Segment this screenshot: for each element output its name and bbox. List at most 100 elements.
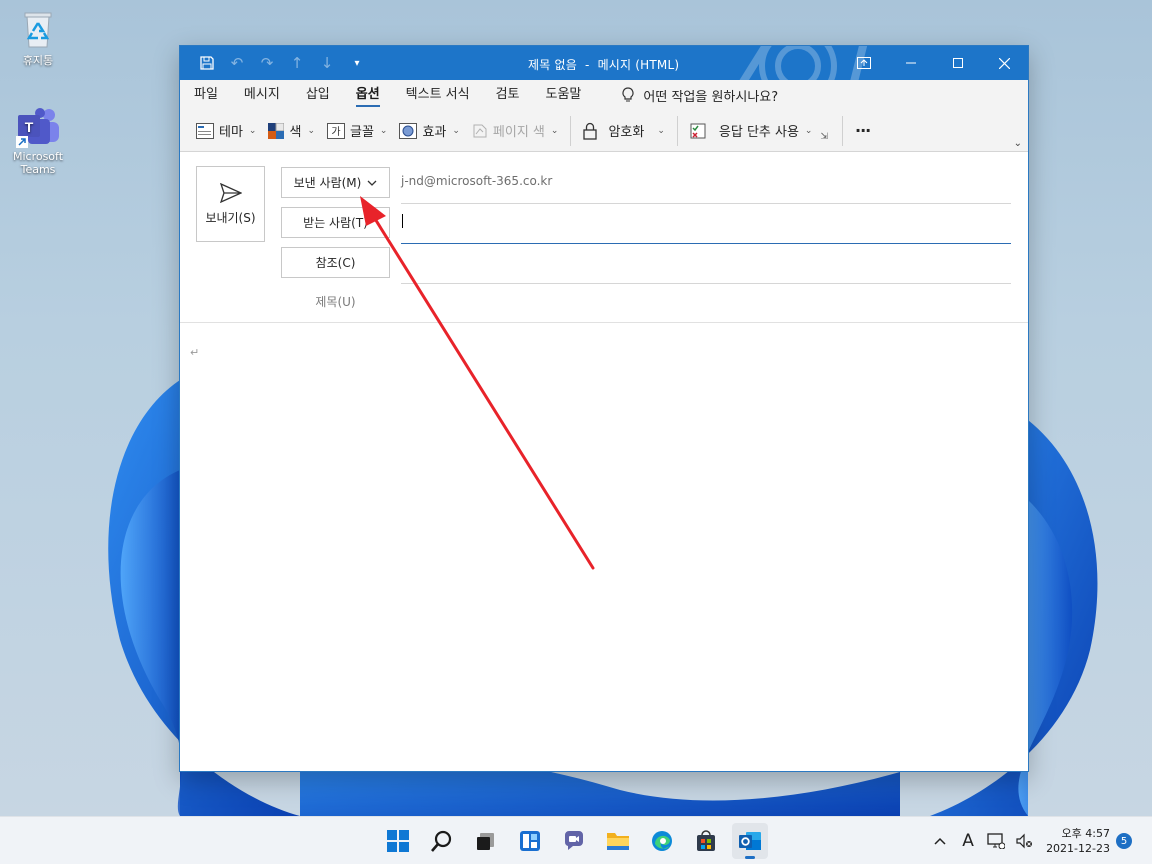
colors-label: 색 — [289, 125, 302, 140]
edge-button[interactable] — [644, 823, 680, 859]
outlook-icon — [739, 832, 761, 850]
page-color-icon — [473, 124, 487, 137]
input-language-indicator[interactable]: A — [954, 831, 982, 851]
voting-buttons-button[interactable]: 응답 단추 사용 ⌄ — [684, 116, 819, 146]
desktop-icon-teams[interactable]: T Microsoft Teams — [6, 106, 70, 176]
window-controls — [840, 46, 1028, 80]
fonts-button[interactable]: 가 글꼴 ⌄ — [321, 116, 393, 146]
search-icon — [431, 830, 452, 852]
ribbon-display-options-button[interactable] — [840, 46, 887, 80]
ribbon-tabs: 파일 메시지 삽입 옵션 텍스트 서식 검토 도움말 어떤 작업을 원하시나요? — [180, 80, 1028, 110]
page-color-button[interactable]: 페이지 색 ⌄ — [466, 116, 565, 146]
previous-item-icon[interactable]: ↑ — [288, 54, 306, 72]
encrypt-button[interactable]: 암호화 ⌄ — [577, 116, 670, 146]
colors-icon — [268, 122, 285, 139]
effects-button[interactable]: 효과 ⌄ — [393, 116, 465, 146]
notification-badge[interactable]: 5 — [1116, 833, 1132, 849]
chat-button[interactable] — [556, 823, 592, 859]
tab-insert[interactable]: 삽입 — [306, 80, 344, 110]
task-view-button[interactable] — [468, 823, 504, 859]
tell-me-text: 어떤 작업을 원하시나요? — [643, 89, 779, 105]
tab-file[interactable]: 파일 — [194, 80, 232, 110]
task-view-icon — [477, 833, 494, 850]
save-icon[interactable] — [198, 54, 216, 72]
to-field[interactable] — [401, 207, 1011, 243]
outlook-message-window: ↶ ↷ ↑ ↓ ▾ 제목 없음 - 메시지 (HTML) 파일 메시지 삽입 옵 — [179, 45, 1029, 772]
undo-icon[interactable]: ↶ — [228, 54, 246, 72]
show-hidden-icons-icon[interactable] — [926, 837, 954, 845]
cc-underline — [401, 283, 1011, 284]
file-explorer-button[interactable] — [600, 823, 636, 859]
store-icon — [697, 830, 715, 851]
chevron-down-icon: ⌄ — [248, 125, 257, 136]
subject-field[interactable] — [401, 287, 1011, 319]
tab-review[interactable]: 검토 — [496, 80, 534, 110]
customize-toolbar-icon[interactable]: ▾ — [348, 54, 366, 72]
desktop-icon-recycle-bin[interactable]: 휴지통 — [6, 10, 70, 67]
from-address: j-nd@microsoft-365.co.kr — [401, 174, 553, 188]
volume-muted-icon[interactable] — [1010, 833, 1038, 849]
compose-header: 보내기(S) 보낸 사람(M) j-nd@microsoft-365.co.kr… — [180, 153, 1028, 323]
redo-icon[interactable]: ↷ — [258, 54, 276, 72]
message-body[interactable] — [180, 324, 1028, 771]
taskbar-apps — [380, 823, 768, 859]
search-button[interactable] — [424, 823, 460, 859]
minimize-button[interactable] — [887, 46, 934, 80]
recycle-bin-icon — [18, 10, 58, 50]
widgets-icon — [520, 831, 540, 851]
from-button-label: 보낸 사람(M) — [293, 176, 362, 190]
chevron-down-icon: ⌄ — [804, 125, 813, 136]
svg-text:가: 가 — [331, 126, 340, 138]
cc-field[interactable] — [401, 247, 1011, 283]
chevron-down-icon — [367, 180, 377, 186]
effects-icon — [399, 122, 418, 139]
outlook-button[interactable] — [732, 823, 768, 859]
to-underline — [401, 243, 1011, 244]
tab-message[interactable]: 메시지 — [244, 80, 294, 110]
theme-icon — [196, 122, 214, 139]
store-button[interactable] — [688, 823, 724, 859]
tab-format-text[interactable]: 텍스트 서식 — [406, 80, 484, 110]
chevron-down-icon: ⌄ — [452, 125, 460, 136]
colors-button[interactable]: 색 ⌄ — [262, 116, 321, 146]
chevron-down-icon: ⌄ — [379, 125, 388, 136]
widgets-button[interactable] — [512, 823, 548, 859]
theme-label: 테마 — [219, 125, 243, 140]
desktop-icon-label: Microsoft Teams — [12, 150, 64, 176]
paragraph-mark: ↵ — [190, 346, 200, 359]
tab-options[interactable]: 옵션 — [355, 80, 394, 110]
start-icon — [387, 830, 409, 852]
desktop-icon-label: 휴지통 — [22, 54, 54, 67]
theme-button[interactable]: 테마 ⌄ — [190, 116, 262, 146]
expand-ribbon-icon[interactable]: ⌄ — [1014, 138, 1022, 149]
title-bar[interactable]: ↶ ↷ ↑ ↓ ▾ 제목 없음 - 메시지 (HTML) — [180, 46, 1028, 80]
to-button-label: 받는 사람(T) — [303, 216, 368, 230]
to-button[interactable]: 받는 사람(T) — [281, 207, 390, 238]
tab-help[interactable]: 도움말 — [546, 80, 596, 110]
lock-icon — [583, 122, 598, 140]
start-button[interactable] — [380, 823, 416, 859]
from-button[interactable]: 보낸 사람(M) — [281, 167, 390, 198]
dialog-launcher-icon[interactable]: ⇲ — [820, 132, 828, 142]
ribbon-separator — [676, 115, 678, 146]
chevron-down-icon: ⌄ — [550, 125, 559, 136]
clock[interactable]: 오후 4:57 2021-12-23 — [1046, 826, 1110, 856]
next-item-icon[interactable]: ↓ — [318, 54, 336, 72]
chat-icon — [564, 831, 583, 850]
send-label: 보내기(S) — [205, 210, 256, 225]
voting-label: 응답 단추 사용 — [718, 125, 799, 140]
chevron-down-icon: ⌄ — [307, 125, 315, 136]
more-commands-button[interactable]: ··· — [849, 116, 876, 146]
lightbulb-icon — [622, 87, 634, 102]
more-icon: ··· — [855, 121, 871, 140]
close-button[interactable] — [981, 46, 1028, 80]
network-icon[interactable] — [982, 833, 1010, 849]
teams-icon: T — [16, 106, 59, 148]
cc-button[interactable]: 참조(C) — [281, 247, 390, 278]
send-button[interactable]: 보내기(S) — [196, 166, 265, 242]
fonts-label: 글꼴 — [349, 125, 374, 140]
tell-me-box[interactable]: 어떤 작업을 원하시나요? — [621, 86, 778, 105]
maximize-button[interactable] — [934, 46, 981, 80]
quick-access-toolbar: ↶ ↷ ↑ ↓ ▾ — [198, 54, 366, 72]
ribbon-separator — [570, 115, 572, 146]
